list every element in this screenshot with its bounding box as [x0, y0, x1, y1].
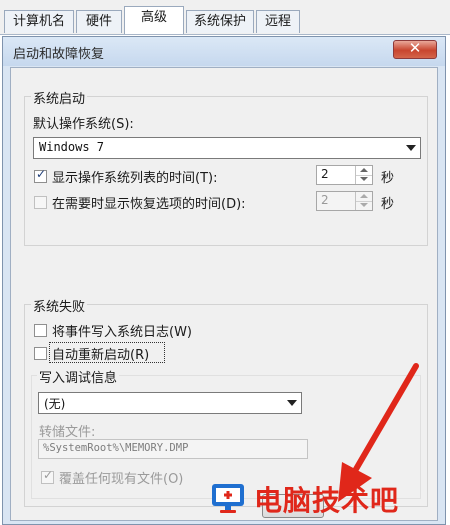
- show-os-list-time-value: 2: [321, 167, 329, 181]
- show-recovery-checkbox[interactable]: [34, 196, 47, 209]
- dialog-body: 系统启动 默认操作系统(S): Windows 7 ✓ 显示操作系统列表的时间(…: [10, 67, 438, 521]
- auto-restart-checkbox[interactable]: [34, 347, 47, 360]
- overwrite-checkbox[interactable]: ✓: [41, 468, 54, 484]
- dump-file-label: 转储文件:: [39, 425, 96, 440]
- show-os-list-checkbox[interactable]: ✓: [34, 167, 47, 183]
- show-recovery-label: 在需要时显示恢复选项的时间(D):: [52, 197, 246, 212]
- debug-info-label: 写入调试信息: [37, 367, 120, 386]
- watermark-text: 电脑技术吧: [254, 484, 400, 517]
- up-arrow-icon: [360, 168, 368, 172]
- default-os-label: 默认操作系统(S):: [33, 117, 134, 132]
- chevron-down-icon: [406, 145, 416, 151]
- show-os-list-time-input[interactable]: 2: [316, 165, 373, 185]
- show-recovery-time-value: 2: [321, 193, 329, 207]
- show-recovery-time-input[interactable]: 2: [316, 191, 373, 211]
- down-arrow-icon: [360, 203, 368, 207]
- show-os-list-unit: 秒: [381, 171, 395, 186]
- overwrite-label: 覆盖任何现有文件(O): [59, 472, 184, 487]
- close-button[interactable]: ✕: [393, 39, 437, 59]
- down-arrow-icon: [360, 177, 368, 181]
- show-recovery-unit: 秒: [381, 197, 395, 212]
- write-event-label: 将事件写入系统日志(W): [52, 325, 192, 340]
- tab-computer-name[interactable]: 计算机名: [4, 10, 74, 33]
- tab-remote[interactable]: 远程: [256, 10, 300, 33]
- computer-logo-icon: [212, 484, 244, 513]
- write-event-checkbox[interactable]: [34, 324, 47, 337]
- title-bar: 启动和故障恢复 ✕: [3, 37, 445, 66]
- tab-strip: 计算机名 硬件 高级 系统保护 远程: [0, 0, 450, 35]
- spinner: [355, 166, 372, 184]
- spin-down-button[interactable]: [356, 201, 372, 210]
- auto-restart-label: 自动重新启动(R): [52, 348, 150, 363]
- dialog-title: 启动和故障恢复: [13, 47, 105, 62]
- system-startup-group-label: 系统启动: [31, 88, 88, 107]
- tab-advanced[interactable]: 高级: [124, 6, 184, 34]
- tab-system-protection[interactable]: 系统保护: [186, 10, 254, 33]
- default-os-value: Windows 7: [39, 140, 105, 154]
- system-failure-group-label: 系统失败: [31, 296, 88, 315]
- tab-hardware[interactable]: 硬件: [76, 10, 122, 33]
- close-icon: ✕: [408, 39, 422, 57]
- startup-recovery-dialog: 启动和故障恢复 ✕ 系统启动 默认操作系统(S): Windows 7 ✓ 显示…: [2, 36, 446, 525]
- up-arrow-icon: [360, 194, 368, 198]
- dump-file-value: %SystemRoot%\MEMORY.DMP: [43, 442, 189, 454]
- show-os-list-label: 显示操作系统列表的时间(T):: [52, 171, 218, 186]
- debug-info-value: (无): [44, 397, 66, 411]
- spin-down-button[interactable]: [356, 175, 372, 184]
- spinner: [355, 192, 372, 210]
- dump-file-input[interactable]: %SystemRoot%\MEMORY.DMP: [38, 439, 308, 459]
- default-os-select[interactable]: Windows 7: [33, 137, 421, 159]
- checkmark-icon: ✓: [42, 468, 54, 482]
- checkmark-icon: ✓: [35, 167, 47, 181]
- chevron-down-icon: [287, 400, 297, 406]
- debug-info-select[interactable]: (无): [38, 392, 302, 414]
